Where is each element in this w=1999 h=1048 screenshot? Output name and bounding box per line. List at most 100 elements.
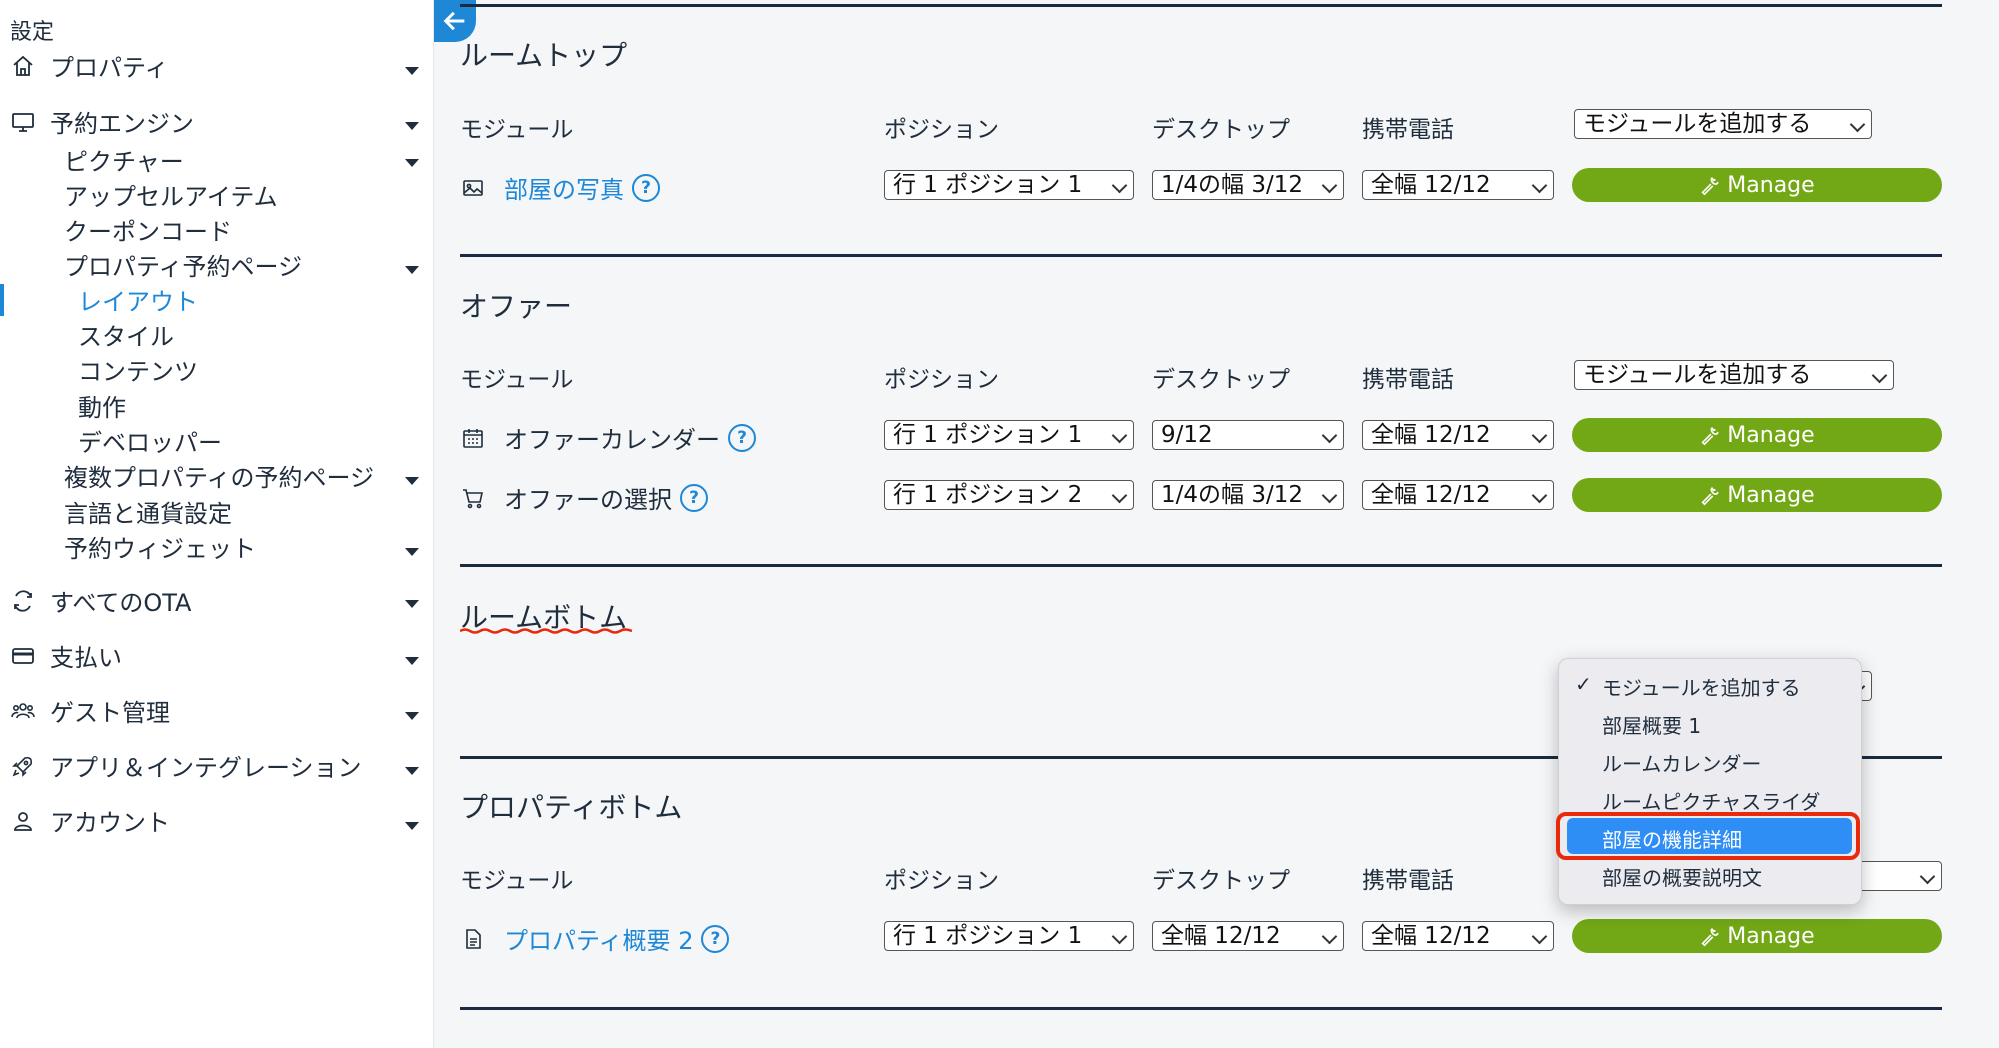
select-value: 行 1 ポジション 1 (893, 422, 1083, 448)
chevron-down-icon (1111, 427, 1128, 444)
select-value: 全幅 12/12 (1371, 482, 1491, 508)
select-value: 行 1 ポジション 1 (893, 923, 1083, 949)
sidebar-item-coupon[interactable]: クーポンコード (64, 212, 232, 247)
chevron-down-icon (1111, 928, 1128, 945)
chevron-down-icon[interactable] (405, 712, 419, 720)
chevron-down-icon[interactable] (405, 67, 419, 75)
manage-label: Manage (1727, 422, 1815, 448)
section-divider (460, 1007, 1942, 1010)
dropdown-option[interactable]: モジュールを追加する (1602, 672, 1801, 701)
sidebar-item-widget[interactable]: 予約ウィジェット (64, 529, 256, 564)
sidebar-heading: 設定 (10, 20, 55, 45)
dropdown-option[interactable]: ルームピクチャスライダ (1602, 786, 1820, 815)
manage-button[interactable]: Manage (1572, 418, 1942, 452)
module-link[interactable]: プロパティ概要 2 (504, 921, 693, 956)
desktop-width-select[interactable]: 9/12 (1152, 420, 1344, 450)
chevron-down-icon[interactable] (405, 122, 419, 130)
chevron-down-icon[interactable] (405, 266, 419, 274)
sidebar-item-label: アプリ＆インテグレーション (50, 754, 362, 782)
sidebar-item-developer[interactable]: デベロッパー (78, 423, 222, 458)
module-link[interactable]: 部屋の写真 (504, 170, 624, 205)
position-select[interactable]: 行 1 ポジション 1 (884, 420, 1134, 450)
add-module-select[interactable]: モジュールを追加する (1574, 109, 1872, 139)
column-header-mobile: 携帯電話 (1362, 367, 1454, 393)
calendar-icon (460, 425, 486, 451)
section-title-offer: オファー (460, 290, 573, 323)
monitor-icon (10, 109, 36, 135)
manage-button[interactable]: Manage (1572, 478, 1942, 512)
add-module-select[interactable]: モジュールを追加する (1574, 360, 1894, 390)
section-title-room-top: ルームトップ (460, 39, 628, 72)
mobile-width-select[interactable]: 全幅 12/12 (1362, 480, 1554, 510)
sidebar-item-payments[interactable]: 支払い (10, 638, 122, 673)
chevron-down-icon[interactable] (405, 600, 419, 608)
manage-button[interactable]: Manage (1572, 168, 1942, 202)
chevron-down-icon (1849, 116, 1866, 133)
select-value: 1/4の幅 3/12 (1161, 482, 1303, 508)
sidebar-item-property[interactable]: プロパティ (10, 48, 169, 83)
user-icon (10, 808, 36, 834)
annotation-underline (460, 628, 632, 634)
column-header-module: モジュール (460, 868, 574, 894)
sidebar-item-label: 言語と通貨設定 (64, 500, 232, 528)
help-icon[interactable]: ? (632, 173, 660, 202)
sidebar-item-label: プロパティ (50, 54, 169, 82)
dropdown-option[interactable]: ルームカレンダー (1602, 748, 1761, 777)
section-divider (460, 254, 1942, 257)
sidebar-item-style[interactable]: スタイル (78, 317, 174, 352)
chevron-down-icon[interactable] (405, 159, 419, 167)
section-title-property-bottom: プロパティボトム (460, 791, 683, 824)
sidebar-item-booking-engine[interactable]: 予約エンジン (10, 104, 194, 139)
chevron-down-icon[interactable] (405, 548, 419, 556)
column-header-module: モジュール (460, 117, 574, 143)
sidebar-item-language-currency[interactable]: 言語と通貨設定 (64, 494, 232, 529)
sidebar-item-behavior[interactable]: 動作 (78, 388, 126, 423)
sidebar-item-guests[interactable]: ゲスト管理 (10, 693, 170, 728)
sidebar-item-ota[interactable]: すべてのOTA (10, 583, 191, 618)
mobile-width-select[interactable]: 全幅 12/12 (1362, 170, 1554, 200)
chevron-down-icon (1531, 427, 1548, 444)
mobile-width-select[interactable]: 全幅 12/12 (1362, 921, 1554, 951)
mobile-width-select[interactable]: 全幅 12/12 (1362, 420, 1554, 450)
chevron-down-icon[interactable] (405, 477, 419, 485)
sidebar-item-label: ゲスト管理 (50, 699, 170, 727)
desktop-width-select[interactable]: 全幅 12/12 (1152, 921, 1344, 951)
chevron-down-icon (1531, 928, 1548, 945)
help-icon[interactable]: ? (680, 483, 708, 512)
chevron-down-icon (1531, 177, 1548, 194)
sidebar-item-account[interactable]: アカウント (10, 803, 170, 838)
chevron-down-icon[interactable] (405, 767, 419, 775)
dropdown-option[interactable]: 部屋の概要説明文 (1602, 862, 1762, 891)
annotation-highlight-box (1556, 812, 1860, 860)
module-row: プロパティ概要 2 ? (460, 921, 730, 956)
wrench-icon (1701, 928, 1720, 947)
chevron-down-icon (1111, 177, 1128, 194)
column-header-position: ポジション (884, 868, 999, 894)
active-indicator (0, 284, 4, 316)
module-name: オファーの選択 (504, 486, 672, 514)
chevron-down-icon[interactable] (405, 822, 419, 830)
section-divider (460, 564, 1942, 567)
sidebar-item-multi-property[interactable]: 複数プロパティの予約ページ (64, 458, 374, 493)
add-module-dropdown-menu[interactable]: ✓ モジュールを追加する 部屋概要 1 ルームカレンダー ルームピクチャスライダ… (1558, 658, 1862, 905)
manage-button[interactable]: Manage (1572, 919, 1942, 953)
help-icon[interactable]: ? (728, 423, 756, 452)
dropdown-option[interactable]: 部屋概要 1 (1602, 710, 1701, 739)
position-select[interactable]: 行 1 ポジション 1 (884, 921, 1134, 951)
desktop-width-select[interactable]: 1/4の幅 3/12 (1152, 480, 1344, 510)
sidebar-item-content[interactable]: コンテンツ (78, 352, 198, 387)
position-select[interactable]: 行 1 ポジション 2 (884, 480, 1134, 510)
help-icon[interactable]: ? (701, 924, 730, 953)
credit-card-icon (10, 643, 36, 669)
position-select[interactable]: 行 1 ポジション 1 (884, 170, 1134, 200)
sidebar-item-label: 予約ウィジェット (64, 535, 256, 563)
sidebar-item-layout[interactable]: レイアウト (78, 282, 198, 317)
column-header-desktop: デスクトップ (1152, 367, 1290, 393)
sidebar-item-property-booking-page[interactable]: プロパティ予約ページ (64, 247, 302, 282)
desktop-width-select[interactable]: 1/4の幅 3/12 (1152, 170, 1344, 200)
sidebar-item-pictures[interactable]: ピクチャー (64, 142, 184, 177)
sidebar-item-apps[interactable]: アプリ＆インテグレーション (10, 748, 362, 783)
document-icon (460, 926, 486, 952)
chevron-down-icon[interactable] (405, 657, 419, 665)
sidebar-item-upsell[interactable]: アップセルアイテム (64, 177, 278, 212)
